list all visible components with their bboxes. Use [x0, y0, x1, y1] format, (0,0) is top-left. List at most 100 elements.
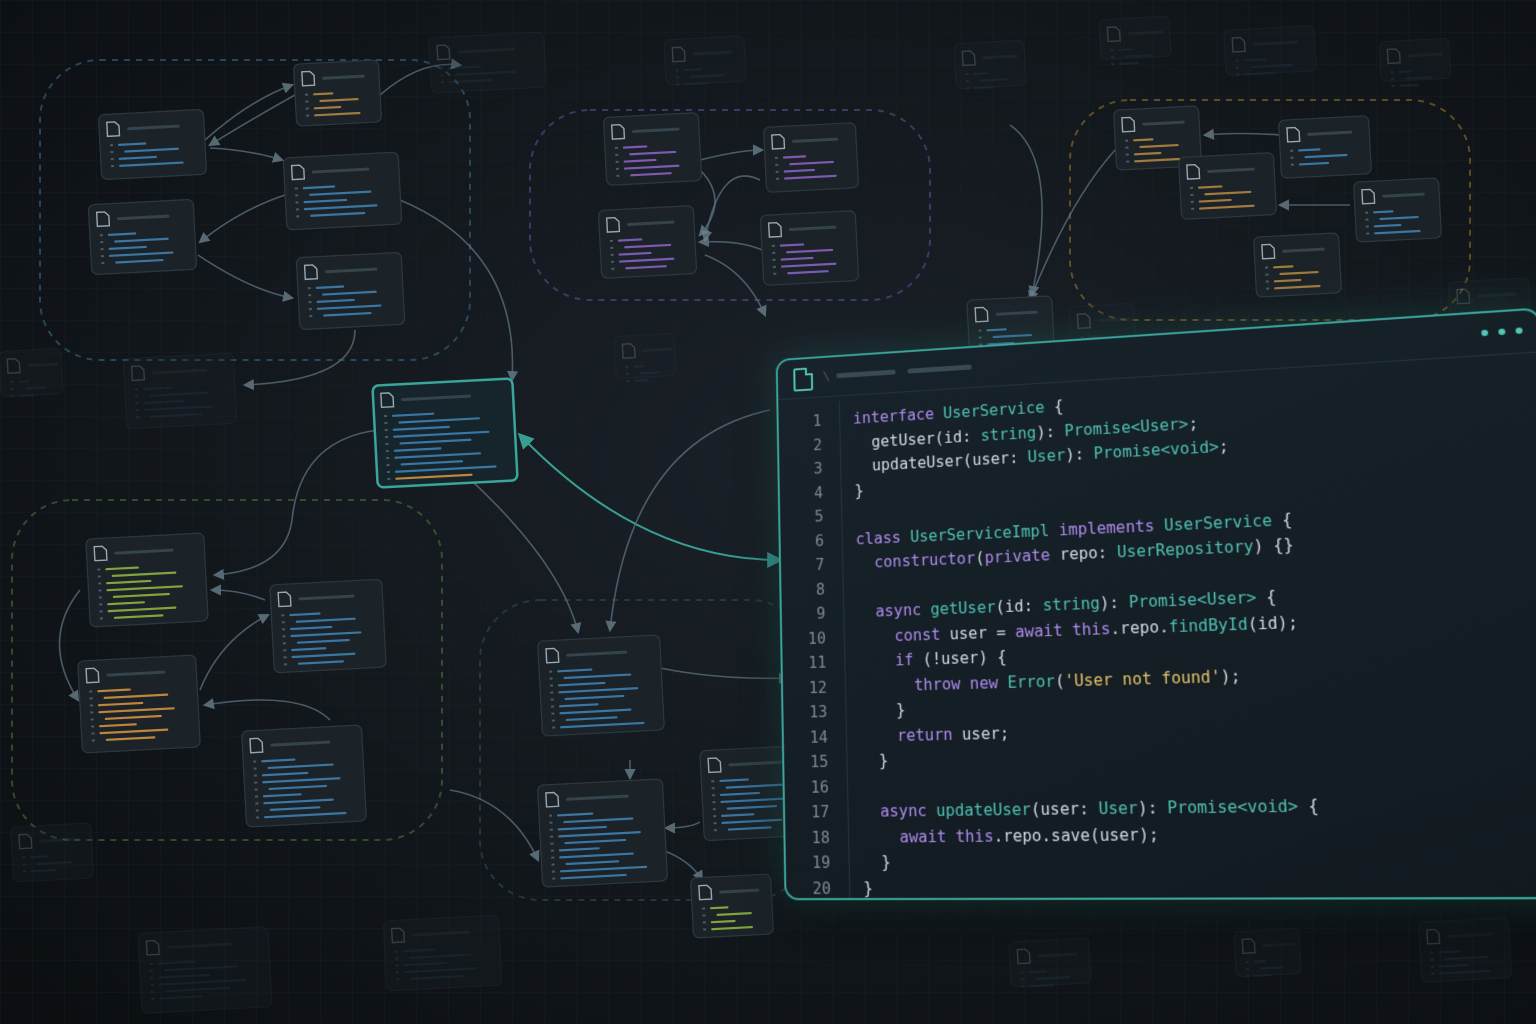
file-node-frame [296, 252, 405, 329]
line-marker [703, 928, 706, 930]
line-marker [1365, 219, 1368, 221]
file-node-card[interactable] [760, 211, 859, 286]
line-marker [1126, 161, 1129, 163]
code-token: User [1027, 446, 1065, 466]
file-node-card[interactable] [1224, 26, 1316, 77]
file-node-card[interactable] [270, 579, 386, 673]
code-token: user; [962, 724, 1010, 744]
file-node-card[interactable] [763, 123, 858, 193]
code-token: (!user) { [922, 648, 1007, 669]
line-marker [282, 621, 285, 623]
code-editor-window[interactable]: \ 1 interface UserService {2 getUser(id: … [776, 307, 1536, 900]
line-marker [1366, 233, 1369, 235]
line-marker [714, 829, 717, 831]
file-node-frame [123, 353, 237, 429]
line-number: 8 [781, 578, 825, 602]
file-node-card[interactable] [429, 32, 547, 93]
line-number: 4 [780, 482, 824, 506]
code-token: async [875, 600, 930, 620]
code-token [856, 554, 874, 573]
line-marker [284, 656, 287, 658]
file-node-card[interactable] [603, 113, 701, 186]
file-node-card[interactable] [242, 725, 367, 827]
code-token: getUser(id: [853, 427, 981, 452]
line-marker [283, 649, 286, 651]
line-marker [150, 977, 153, 979]
file-node-frame [954, 40, 1026, 89]
line-number: 13 [783, 701, 827, 724]
line-marker [135, 395, 138, 397]
file-node-card[interactable] [123, 353, 237, 429]
file-node-card[interactable] [372, 378, 517, 487]
line-marker [616, 175, 619, 177]
line-marker [1191, 201, 1194, 203]
line-marker [1190, 194, 1193, 196]
code-token: ); [1220, 666, 1241, 686]
line-marker [305, 101, 308, 103]
file-node-card[interactable] [1279, 116, 1372, 179]
line-marker [441, 74, 444, 76]
line-number: 14 [784, 726, 828, 749]
code-token: { [1298, 796, 1320, 816]
line-marker [713, 815, 716, 817]
line-marker [1265, 274, 1268, 276]
code-token: constructor [874, 549, 975, 571]
line-marker [702, 914, 705, 916]
line-marker [772, 252, 775, 254]
line-marker [386, 450, 389, 452]
file-node-card[interactable] [1418, 918, 1511, 983]
code-line: 18 await this.repo.save(user); [785, 818, 1536, 849]
file-node-card[interactable] [690, 874, 773, 938]
line-marker [772, 245, 775, 247]
code-token: throw new [914, 673, 1008, 694]
file-node-card[interactable] [537, 779, 667, 887]
line-number: 12 [783, 676, 827, 699]
code-token: interface [853, 405, 944, 428]
code-text: if (!user) { [858, 646, 1007, 673]
file-node-card[interactable] [954, 40, 1026, 90]
file-node-card[interactable] [538, 635, 665, 736]
file-node-card[interactable] [383, 915, 502, 991]
line-marker [615, 147, 618, 149]
line-marker [676, 76, 679, 78]
line-marker [440, 67, 443, 69]
line-marker [1021, 985, 1024, 987]
file-node-card[interactable] [0, 348, 63, 397]
code-token: private [984, 546, 1060, 567]
file-node-card[interactable] [1353, 178, 1441, 242]
code-token: Promise<User> [1064, 414, 1189, 439]
line-marker [89, 690, 92, 692]
file-node-card[interactable] [78, 655, 201, 753]
code-token: .repo. [1110, 617, 1169, 638]
file-node-card[interactable] [1178, 153, 1276, 220]
line-marker [309, 308, 312, 310]
file-node-card[interactable] [11, 823, 94, 882]
file-node-card[interactable] [138, 927, 272, 1014]
file-node-card[interactable] [664, 36, 746, 86]
file-node-card[interactable] [296, 252, 405, 329]
file-node-card[interactable] [98, 109, 206, 179]
line-marker [101, 262, 104, 264]
line-marker [1266, 288, 1269, 290]
file-node-card[interactable] [86, 533, 208, 627]
line-marker [549, 822, 552, 824]
file-node-card[interactable] [598, 206, 696, 279]
code-token: ; [1188, 414, 1199, 433]
file-node-card[interactable] [283, 152, 402, 230]
file-node-card[interactable] [1253, 233, 1341, 297]
line-marker [100, 241, 103, 243]
code-token: } [859, 701, 905, 720]
code-area[interactable]: 1 interface UserService {2 getUser(id: st… [778, 358, 1536, 899]
file-node-card[interactable] [293, 60, 381, 126]
file-node-card[interactable] [88, 199, 197, 274]
file-node-card[interactable] [1009, 938, 1091, 988]
file-node-card[interactable] [1234, 928, 1301, 978]
line-marker [713, 808, 716, 810]
line-marker [713, 822, 716, 824]
line-number: 3 [779, 458, 822, 482]
code-token: UserService [1164, 511, 1273, 534]
file-node-card[interactable] [614, 333, 676, 382]
line-marker [675, 69, 678, 71]
line-marker [712, 794, 715, 796]
three-dots-icon[interactable] [1481, 327, 1523, 336]
